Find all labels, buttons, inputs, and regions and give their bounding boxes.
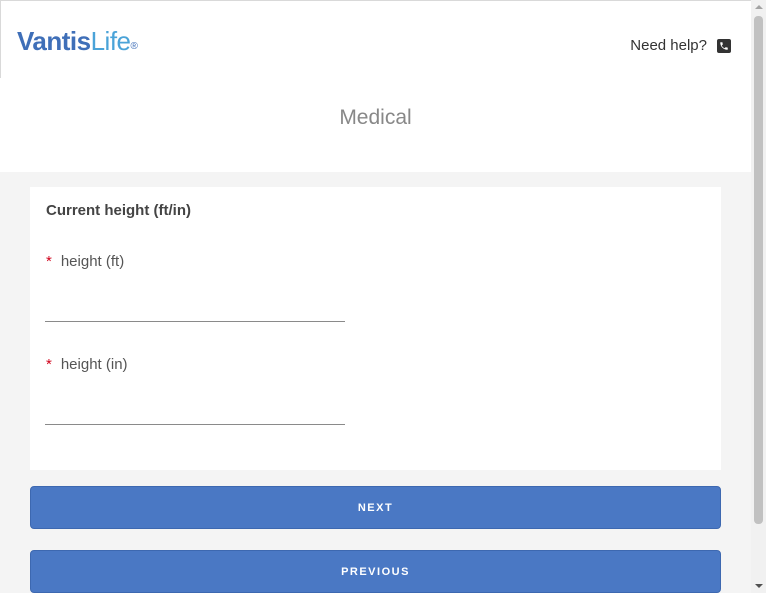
top-bar: VantisLife® Need help?: [0, 0, 751, 78]
phone-icon: [717, 38, 731, 53]
required-asterisk: *: [46, 356, 52, 373]
next-button[interactable]: NEXT: [30, 486, 721, 529]
height-in-label: * height (in): [46, 356, 128, 373]
height-in-input[interactable]: [45, 393, 345, 425]
height-ft-label-text: height (ft): [60, 253, 125, 270]
need-help-link[interactable]: Need help?: [630, 37, 731, 54]
page-title: Medical: [339, 106, 412, 129]
need-help-label: Need help?: [630, 37, 707, 54]
logo-brand: Vantis: [17, 26, 91, 56]
vertical-scrollbar[interactable]: [751, 0, 766, 593]
header: VantisLife® Need help? Medical: [0, 0, 751, 172]
scrollbar-thumb[interactable]: [754, 16, 763, 524]
scroll-down-arrow-icon[interactable]: [755, 584, 763, 588]
height-form-card: Current height (ft/in) * height (ft) * hei…: [30, 187, 721, 470]
vantis-life-logo[interactable]: VantisLife®: [17, 25, 138, 57]
logo-suffix: Life: [90, 26, 131, 56]
height-ft-input[interactable]: [45, 290, 345, 322]
scroll-up-arrow-icon[interactable]: [755, 5, 763, 9]
section-title: Current height (ft/in): [46, 202, 191, 219]
required-asterisk: *: [46, 253, 52, 270]
height-in-label-text: height (in): [60, 356, 128, 373]
logo-registered-mark: ®: [130, 41, 138, 52]
height-ft-label: * height (ft): [46, 253, 124, 270]
app-viewport: VantisLife® Need help? Medical Current h…: [0, 0, 751, 593]
previous-button[interactable]: PREVIOUS: [30, 550, 721, 593]
